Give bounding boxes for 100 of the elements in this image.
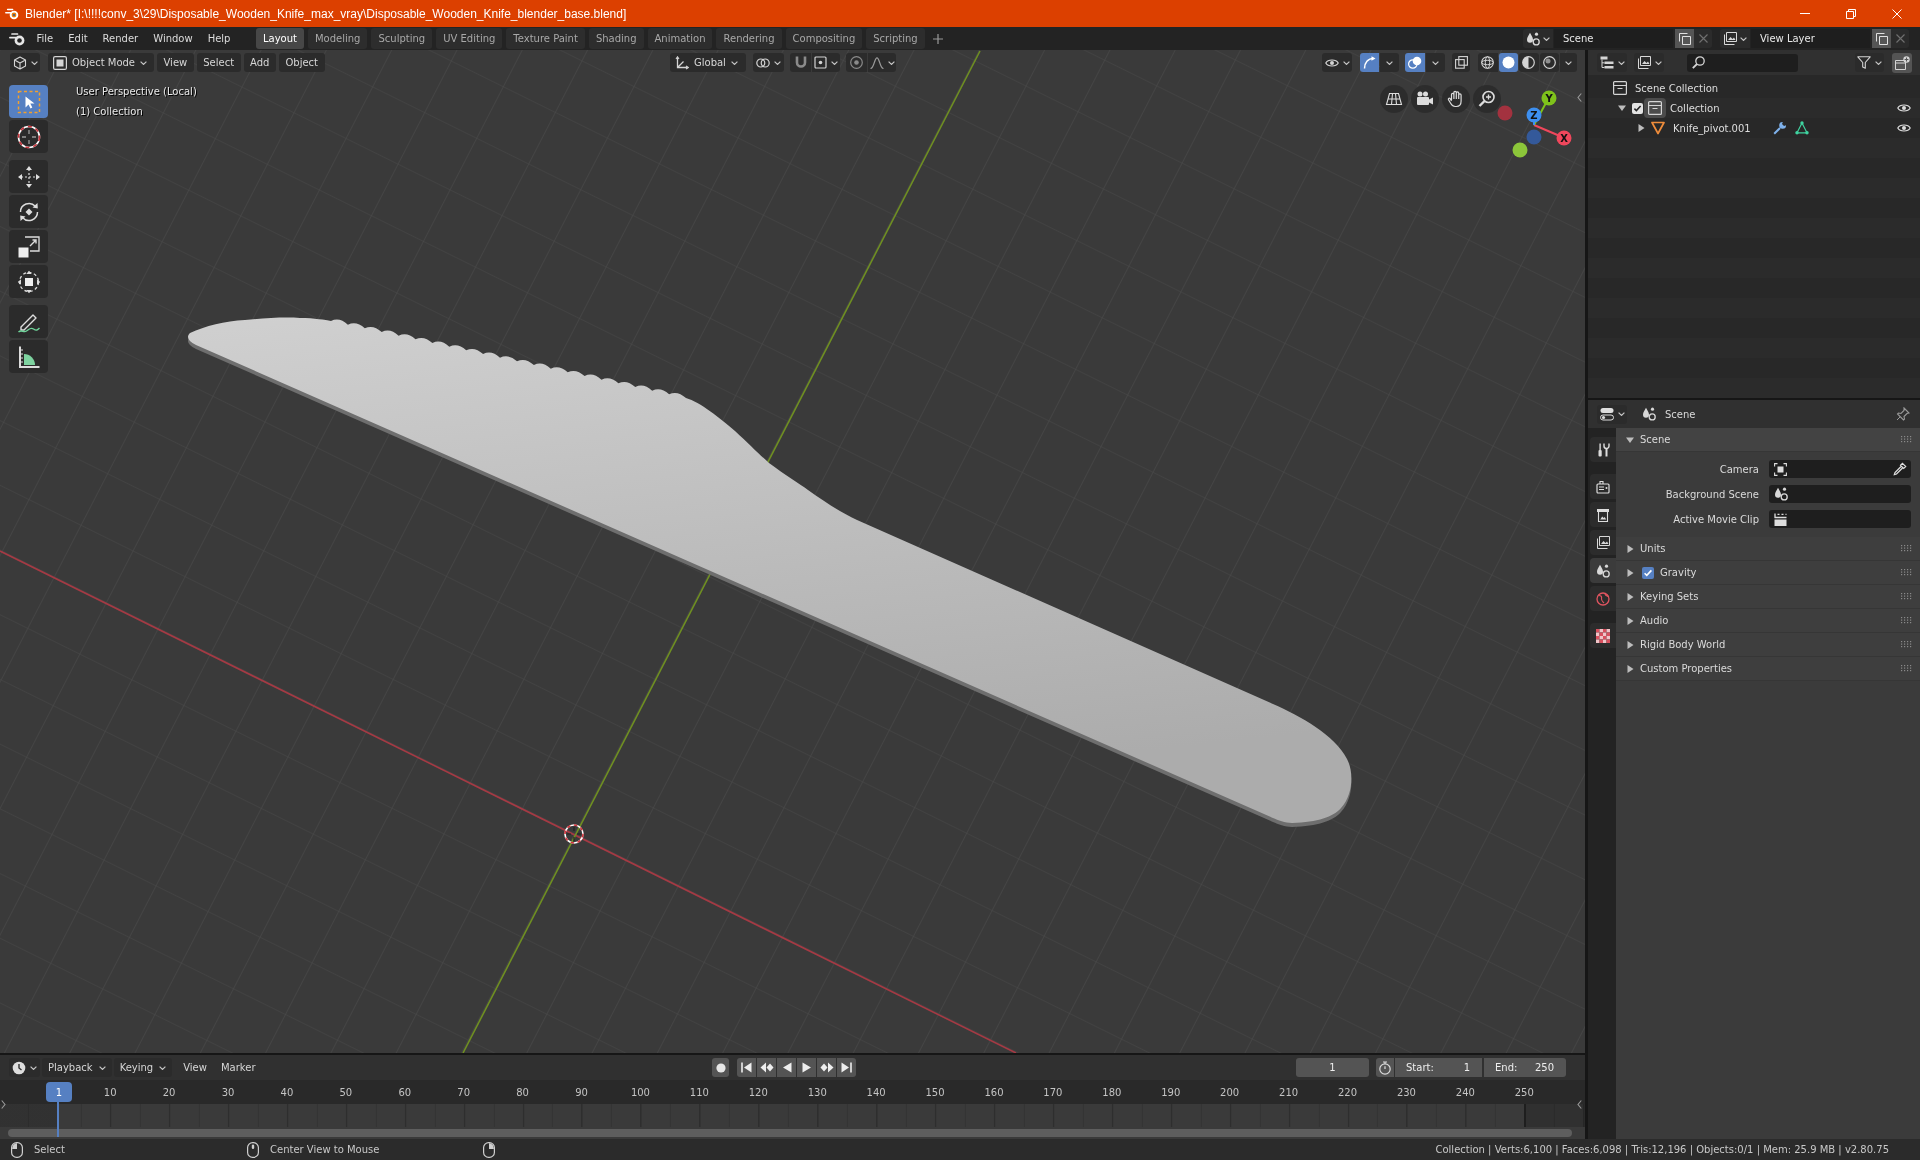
magnet-icon[interactable] <box>794 56 807 69</box>
orientation-dropdown[interactable]: Global <box>670 53 746 72</box>
disclosure-triangle-icon[interactable] <box>1618 104 1626 112</box>
search-field[interactable] <box>1687 53 1798 72</box>
proportional-edit-toggle[interactable] <box>846 53 867 72</box>
menu-item[interactable]: Edit <box>60 29 96 48</box>
chevron-left-icon[interactable] <box>1577 1100 1582 1109</box>
properties-tab[interactable] <box>1590 502 1616 527</box>
caret-icon[interactable] <box>1543 36 1550 41</box>
skip-to-start-icon[interactable] <box>741 1062 752 1073</box>
tool-button[interactable] <box>9 305 48 338</box>
negative-y-axis-handle[interactable] <box>1512 142 1528 158</box>
move-arrows-icon[interactable] <box>16 164 41 189</box>
caret-icon[interactable] <box>1654 60 1662 65</box>
checkbox[interactable] <box>1632 102 1643 114</box>
pin-icon[interactable] <box>1896 407 1910 421</box>
disclosure-triangle-icon[interactable] <box>1626 544 1634 553</box>
tool-button[interactable] <box>9 120 48 153</box>
current-frame-field[interactable]: 1 <box>1296 1058 1369 1077</box>
inverted-triangle-icon[interactable] <box>1651 121 1665 135</box>
caret-icon[interactable] <box>1740 36 1747 41</box>
printer-icon[interactable] <box>1596 507 1610 522</box>
caret-icon[interactable] <box>140 60 147 65</box>
dotted-square-icon[interactable] <box>814 56 827 69</box>
checkbox[interactable] <box>1642 566 1654 579</box>
record-icon[interactable] <box>715 1062 726 1073</box>
caret-icon[interactable] <box>1432 60 1439 65</box>
caret-icon[interactable] <box>1617 412 1625 416</box>
pivot-dropdown[interactable] <box>753 53 784 72</box>
camera-field[interactable] <box>1769 460 1911 478</box>
skip-to-end-icon[interactable] <box>841 1062 852 1073</box>
caret-icon[interactable] <box>831 60 838 65</box>
editor-type-button[interactable] <box>1597 404 1627 424</box>
filter-button[interactable] <box>1855 53 1884 72</box>
scale-icon[interactable] <box>16 234 41 259</box>
chevron-right-icon[interactable] <box>1 1100 6 1109</box>
ruler-icon[interactable] <box>16 344 41 369</box>
caret-icon[interactable] <box>1386 60 1393 65</box>
hand-icon[interactable] <box>1442 85 1470 113</box>
search-icon[interactable] <box>1692 56 1705 69</box>
caret-icon[interactable] <box>30 60 38 65</box>
scene-selector[interactable] <box>1523 29 1553 48</box>
caret-icon[interactable] <box>1342 60 1350 65</box>
grip-dots-icon[interactable] <box>1901 665 1912 672</box>
menu-item[interactable]: Select <box>196 53 241 72</box>
linked-circles-icon[interactable] <box>756 57 770 68</box>
scene-field[interactable]: Scene <box>1554 29 1673 48</box>
tool-button[interactable] <box>9 160 48 193</box>
filter-icon[interactable] <box>1857 56 1871 69</box>
plus-icon[interactable] <box>932 33 943 44</box>
display-mode-button[interactable] <box>1597 53 1627 72</box>
disclosure-triangle-icon[interactable] <box>1626 568 1634 577</box>
playback-button[interactable] <box>817 1058 836 1077</box>
caret-icon[interactable] <box>159 1065 167 1070</box>
tool-button[interactable] <box>9 265 48 298</box>
workspace-tab[interactable]: UV Editing <box>436 28 503 49</box>
movie-clip-field[interactable] <box>1769 510 1911 528</box>
caret-icon[interactable] <box>1565 60 1572 65</box>
framed-square-icon[interactable] <box>53 55 67 70</box>
editor-type-button[interactable] <box>9 1058 40 1077</box>
vertex-triangle-icon[interactable] <box>1795 121 1809 135</box>
target-circle-icon[interactable] <box>850 56 863 69</box>
negative-z-axis-handle[interactable] <box>1526 129 1542 145</box>
z-axis-handle[interactable]: Z <box>1526 107 1542 126</box>
playback-button[interactable] <box>737 1058 756 1077</box>
globe-icon[interactable] <box>1596 591 1610 606</box>
screwdriver-wrench-icon[interactable] <box>1596 442 1610 457</box>
diamond-arrow-left-icon[interactable] <box>759 1062 774 1073</box>
playback-button[interactable] <box>797 1058 816 1077</box>
snap-toggle[interactable] <box>790 53 811 72</box>
outliner-row[interactable]: Collection <box>1588 98 1920 118</box>
tool-button[interactable] <box>9 195 48 228</box>
grip-dots-icon[interactable] <box>1901 641 1912 648</box>
crosshair-circle-icon[interactable] <box>16 124 41 149</box>
eye-icon[interactable] <box>1324 57 1339 68</box>
disclosure-triangle-icon[interactable] <box>1626 435 1634 444</box>
toggle-switches-icon[interactable] <box>1599 407 1614 421</box>
restore-icon[interactable] <box>1846 8 1856 19</box>
box-icon[interactable] <box>1644 98 1666 118</box>
close-icon[interactable] <box>1895 34 1905 43</box>
editor-type-button[interactable] <box>10 53 40 72</box>
caret-icon[interactable] <box>30 1065 37 1070</box>
grip-dots-icon[interactable] <box>1901 569 1912 576</box>
mode-dropdown[interactable]: Object Mode <box>48 53 154 72</box>
chevron-left-icon[interactable] <box>1577 93 1582 102</box>
play-icon[interactable] <box>801 1062 812 1073</box>
diamond-arrow-right-icon[interactable] <box>819 1062 834 1073</box>
workspace-tab[interactable]: Scripting <box>866 28 925 49</box>
view-layer-filter-button[interactable] <box>1634 53 1664 72</box>
picture-stack-icon[interactable] <box>1636 56 1651 69</box>
background-scene-field[interactable] <box>1769 485 1911 503</box>
disclosure-triangle-icon[interactable] <box>1626 592 1634 601</box>
start-frame-field[interactable]: Start: 1 <box>1395 1058 1482 1077</box>
perspective-grid-icon[interactable] <box>1380 85 1408 113</box>
properties-tab[interactable] <box>1590 558 1616 583</box>
menu-item[interactable]: File <box>29 29 61 48</box>
transform-icon[interactable] <box>16 269 41 294</box>
eye-icon[interactable] <box>1897 103 1911 113</box>
remove-button[interactable] <box>1891 29 1909 48</box>
play-reverse-icon[interactable] <box>781 1062 792 1073</box>
